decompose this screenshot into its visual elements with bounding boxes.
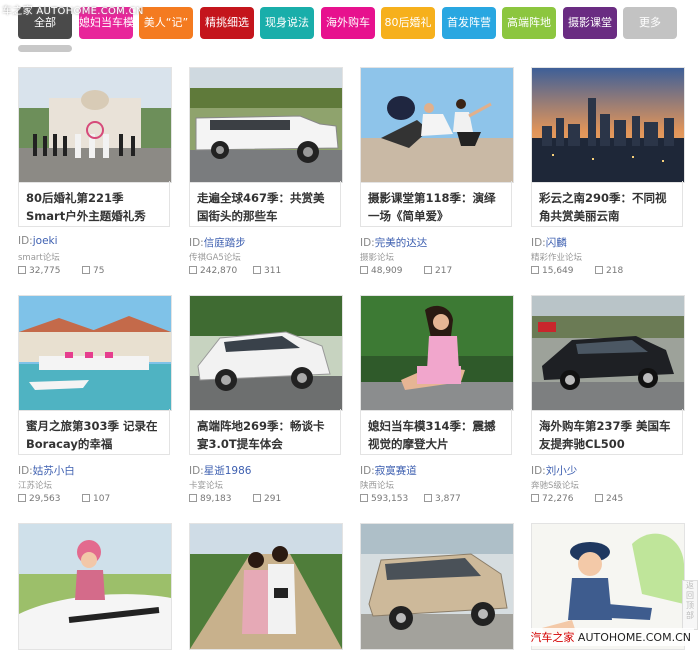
post-forum[interactable]: 奔驰S级论坛 [531,479,579,491]
author-link[interactable]: 闪麟 [546,237,567,249]
post-author: ID:星逝1986 [189,465,252,477]
post-photo-cayenne[interactable] [189,295,343,411]
post-title[interactable]: 海外购车第237季 美国车友提奔驰CL500 [531,409,683,455]
post-title[interactable]: 彩云之南290季：不同视角共赏美丽云南 [531,181,683,227]
post-forum[interactable]: 精彩作业论坛 [531,251,582,263]
post-author: ID:刘小少 [531,465,578,477]
tab-more[interactable]: 更多 [623,7,677,39]
author-link[interactable]: 刘小少 [546,465,578,477]
view-count: 593,153 [371,494,409,504]
author-link[interactable]: joeki [33,235,58,247]
view-count: 72,276 [542,494,574,504]
post-author: ID:寂寞赛道 [360,465,417,477]
tab-80s-wedding[interactable]: 80后婚礼 [381,7,435,39]
comment-icon [595,494,603,502]
view-count: 242,870 [200,266,238,276]
post-photo-couple-bridge[interactable] [189,523,343,650]
post-photo-model-pink[interactable] [360,295,514,411]
post-title[interactable]: 80后婚礼第221季 Smart户外主题婚礼秀 [18,181,170,227]
post-photo-beach-resort[interactable] [18,295,172,411]
author-link[interactable]: 寂寞赛道 [375,465,417,477]
post-photo-bmw-x5[interactable] [360,523,514,650]
document-icon [360,494,368,502]
tab-selected-picks[interactable]: 精挑细选 [200,7,254,39]
post-forum[interactable]: 摄影论坛 [360,251,394,263]
post-author: ID:完美的达达 [360,237,428,249]
post-author: ID:闪麟 [531,237,567,249]
post-photo-limousine[interactable] [189,67,343,183]
view-count: 89,183 [200,494,232,504]
post-forum[interactable]: 传祺GA5论坛 [189,251,241,263]
tab-high-end[interactable]: 高端阵地 [502,7,556,39]
post-forum[interactable]: 江苏论坛 [18,479,52,491]
comment-count: 311 [264,266,282,276]
post-title[interactable]: 走遍全球467季：共赏美国街头的那些车 [189,181,341,227]
document-icon [18,266,26,274]
view-count: 15,649 [542,266,574,276]
comment-icon [253,494,261,502]
post-photo-wedding[interactable] [18,67,172,183]
back-to-top-widget[interactable]: 返回顶部 [682,580,698,630]
post-forum[interactable]: 陕西论坛 [360,479,394,491]
tab-beauty-notes[interactable]: 美人“记” [139,7,193,39]
post-stats: 48,909 217 [360,266,514,280]
document-icon [189,494,197,502]
comment-count: 217 [435,266,453,276]
post-stats: 32,775 75 [18,266,172,280]
post-author: ID:joeki [18,235,58,247]
author-link[interactable]: 姑苏小白 [33,465,75,477]
post-author: ID:信庭踏步 [189,237,246,249]
comment-count: 3,877 [435,494,461,504]
document-icon [531,494,539,502]
post-stats: 242,870 311 [189,266,343,280]
back-to-top-label: 返回顶部 [686,581,694,620]
post-photo-city-sunset[interactable] [531,67,685,183]
document-icon [360,266,368,274]
view-count: 29,563 [29,494,61,504]
comment-icon [424,266,432,274]
document-icon [18,494,26,502]
post-stats: 593,153 3,877 [360,494,514,508]
document-icon [531,266,539,274]
comment-count: 107 [93,494,111,504]
post-title[interactable]: 媳妇当车模314季：震撼视觉的摩登大片 [360,409,512,455]
comment-icon [82,494,90,502]
comment-count: 75 [93,266,105,276]
comment-icon [82,266,90,274]
document-icon [189,266,197,274]
comment-count: 245 [606,494,624,504]
post-title[interactable]: 摄影课堂第118季：演绎一场《简单爱》 [360,181,512,227]
post-stats: 15,649 218 [531,266,685,280]
comment-icon [595,266,603,274]
post-forum[interactable]: 卡宴论坛 [189,479,223,491]
post-stats: 29,563 107 [18,494,172,508]
post-photo-benz-cl500[interactable] [531,295,685,411]
post-photo-baby-car[interactable] [18,523,172,650]
comment-icon [253,266,261,274]
author-link[interactable]: 完美的达达 [375,237,428,249]
view-count: 48,909 [371,266,403,276]
tab-debut-camp[interactable]: 首发阵营 [442,7,496,39]
watermark-top: 车之家 AUTOHOME.COM.CN [2,6,144,17]
tab-first-hand[interactable]: 现身说法 [260,7,314,39]
comment-icon [424,494,432,502]
watermark-bottom: 汽车之家 AUTOHOME.COM.CN [527,628,694,646]
author-link[interactable]: 星逝1986 [204,465,252,477]
author-link[interactable]: 信庭踏步 [204,237,246,249]
tab-overseas-purchase[interactable]: 海外购车 [321,7,375,39]
post-forum[interactable]: smart论坛 [18,251,60,263]
comment-count: 291 [264,494,282,504]
post-photo-couple-jump[interactable] [360,67,514,183]
post-stats: 72,276 245 [531,494,685,508]
post-author: ID:姑苏小白 [18,465,75,477]
post-stats: 89,183 291 [189,494,343,508]
active-tab-indicator [18,45,72,52]
view-count: 32,775 [29,266,61,276]
tab-photography[interactable]: 摄影课堂 [563,7,617,39]
post-title[interactable]: 高端阵地269季：畅谈卡宴3.0T提车体会 [189,409,341,455]
comment-count: 218 [606,266,624,276]
post-title[interactable]: 蜜月之旅第303季 记录在Boracay的幸福 [18,409,170,455]
